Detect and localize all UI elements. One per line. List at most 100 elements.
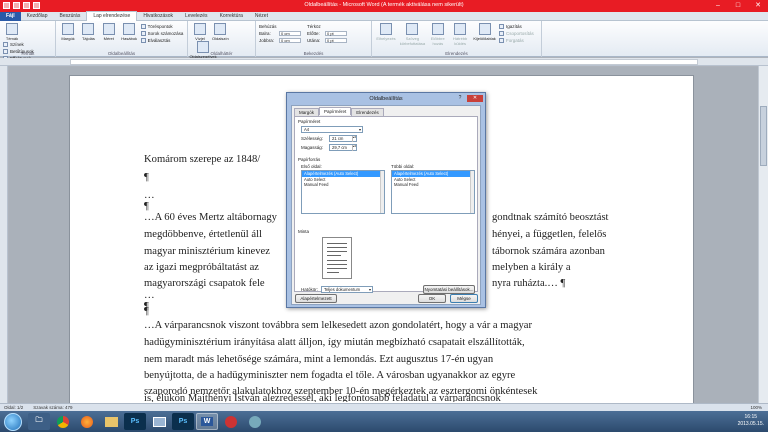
- doc-line-fragment: gondtnak számító beosztást: [492, 212, 609, 223]
- group-page-setup: Margók Tájolás Méret Hasábok Töréspontok…: [56, 21, 188, 57]
- tab-page-layout[interactable]: Lap elrendezése: [86, 11, 138, 21]
- group-icon: [498, 31, 504, 36]
- height-spinner[interactable]: ▴▾: [352, 145, 356, 151]
- colors-icon: [3, 42, 8, 47]
- tab-review[interactable]: Korrektúra: [214, 12, 249, 21]
- width-spinner[interactable]: ▴▾: [352, 136, 356, 142]
- watermark-icon: [194, 23, 206, 35]
- close-button[interactable]: ✕: [748, 0, 768, 12]
- orientation-button[interactable]: Tájolás: [79, 23, 97, 41]
- chrome-icon[interactable]: [52, 413, 74, 430]
- tab-file[interactable]: Fájl: [0, 11, 21, 21]
- firefox-icon[interactable]: [76, 413, 98, 430]
- tab-margins[interactable]: Margók: [294, 108, 320, 116]
- vertical-ruler[interactable]: [0, 66, 8, 403]
- send-backward-icon: [454, 23, 467, 35]
- themes-button[interactable]: Témák: [3, 23, 21, 41]
- indent-left-input[interactable]: 0 cm: [279, 31, 301, 36]
- send-backward-button[interactable]: Hátrébb küldés: [450, 23, 470, 46]
- width-input[interactable]: 21 cm ▴▾: [329, 135, 357, 142]
- horizontal-ruler[interactable]: [0, 58, 768, 66]
- first-page-listbox[interactable]: Alapértelmezés (Auto Select) Auto Select…: [301, 170, 385, 214]
- page-color-button[interactable]: Oldalszín: [211, 23, 229, 41]
- print-options-button[interactable]: Nyomtatási beállítások...: [423, 285, 475, 294]
- start-button[interactable]: [4, 412, 22, 431]
- rotate-icon: [498, 38, 504, 43]
- minimize-button[interactable]: –: [708, 0, 728, 12]
- vertical-scrollbar[interactable]: [758, 66, 768, 403]
- photoshop-2-icon[interactable]: Ps: [172, 413, 194, 430]
- folder-icon[interactable]: [100, 413, 122, 430]
- rotate-button[interactable]: Forgatás: [498, 37, 534, 44]
- apply-to-select[interactable]: Teljes dokumentum: [321, 286, 373, 293]
- paper-panel: Papírméret A4 Szélesség: 21 cm▴▾ Magassá…: [294, 116, 478, 294]
- group-arrange: Elhelyezés Szöveg körbefuttatása Előbbre…: [372, 21, 542, 57]
- help-button[interactable]: ?: [454, 95, 466, 102]
- set-default-button[interactable]: Alapértelmezett: [295, 294, 337, 303]
- paper-size-select[interactable]: A4: [301, 126, 363, 133]
- other-pages-listbox[interactable]: Alapértelmezés (Auto Select) Auto Select…: [391, 170, 475, 214]
- window-icon[interactable]: [148, 413, 170, 430]
- page-color-icon: [214, 23, 227, 35]
- listbox-scrollbar[interactable]: [470, 171, 474, 213]
- spacing-after-input[interactable]: 0 pt: [325, 38, 347, 43]
- zoom-level[interactable]: 100%: [750, 405, 762, 410]
- spacing-before-input[interactable]: 0 pt: [325, 31, 347, 36]
- height-input[interactable]: 29,7 cm ▴▾: [329, 144, 357, 151]
- align-icon: [498, 24, 504, 29]
- ok-button[interactable]: OK: [418, 294, 446, 303]
- group-button[interactable]: Csoportosítás: [498, 30, 534, 37]
- doc-line: …A várparancsnok viszont továbbra sem le…: [144, 320, 533, 331]
- wrap-text-button[interactable]: Szöveg körbefuttatása: [399, 23, 425, 46]
- word-count[interactable]: Szavak száma: 479: [33, 405, 72, 410]
- status-bar: Oldal: 1/2 Szavak száma: 479 100%: [0, 403, 768, 411]
- doc-line: …A 60 éves Mertz altábornagy: [144, 212, 277, 223]
- tab-layout[interactable]: Elrendezés: [351, 108, 384, 116]
- doc-line: is, élükön Majthényi István alezredessel…: [144, 393, 501, 402]
- size-icon: [102, 23, 115, 35]
- columns-button[interactable]: Hasábok: [120, 23, 138, 41]
- photoshop-icon[interactable]: Ps: [124, 413, 146, 430]
- system-clock[interactable]: 16:15 2013.05.15.: [738, 414, 764, 428]
- network-app-icon[interactable]: [244, 413, 266, 430]
- tab-view[interactable]: Nézet: [249, 12, 274, 21]
- watermark-button[interactable]: Vízjel: [191, 23, 209, 41]
- colors-button[interactable]: Színek: [3, 41, 34, 48]
- ribbon: Témák Színek Betűtípusok Effektusok Témá…: [0, 21, 768, 61]
- tab-paper[interactable]: Papírméret: [319, 107, 352, 115]
- pilcrow: …¶: [144, 190, 155, 212]
- taskbar: 🗀 Ps Ps W 16:15 2013.05.15.: [0, 411, 768, 432]
- margins-button[interactable]: Margók: [59, 23, 77, 41]
- tab-mailings[interactable]: Levelezés: [179, 12, 214, 21]
- size-button[interactable]: Méret: [100, 23, 118, 41]
- dialog-close-button[interactable]: ✕: [467, 95, 483, 102]
- tab-insert[interactable]: Beszúrás: [53, 12, 86, 21]
- ribbon-tabs: Fájl Kezdőlap Beszúrás Lap elrendezése H…: [0, 11, 768, 21]
- dialog-body: Margók Papírméret Elrendezés Papírméret …: [291, 105, 481, 305]
- position-button[interactable]: Elhelyezés: [375, 23, 397, 41]
- page-borders-button[interactable]: Oldalszegélyek: [189, 41, 217, 59]
- page-count[interactable]: Oldal: 1/2: [4, 405, 23, 410]
- listbox-scrollbar[interactable]: [380, 171, 384, 213]
- list-item[interactable]: Manual Feed: [392, 182, 474, 188]
- word-taskbar-icon[interactable]: W: [196, 413, 218, 430]
- line-numbers-button[interactable]: Sorok számozása: [140, 30, 183, 37]
- cancel-button[interactable]: Mégse: [450, 294, 478, 303]
- hyphenation-button[interactable]: Elválasztás: [140, 37, 184, 44]
- list-item[interactable]: Manual Feed: [302, 182, 384, 188]
- doc-line: az igazi megpróbáltatást az: [144, 262, 260, 273]
- scrollbar-thumb[interactable]: [760, 106, 767, 166]
- bring-forward-button[interactable]: Előbbre hozás: [428, 23, 448, 46]
- tab-references[interactable]: Hivatkozások: [137, 12, 179, 21]
- explorer-icon[interactable]: 🗀: [28, 413, 50, 430]
- tab-home[interactable]: Kezdőlap: [21, 12, 54, 21]
- maximize-button[interactable]: □: [728, 0, 748, 12]
- breaks-button[interactable]: Töréspontok: [140, 23, 184, 30]
- doc-line-fragment: melyben a király a: [492, 262, 571, 273]
- align-button[interactable]: Igazítás: [498, 23, 534, 30]
- app-icon[interactable]: [220, 413, 242, 430]
- doc-line: Komárom szerepe az 1848/: [144, 154, 261, 165]
- indent-right-input[interactable]: 0 cm: [279, 38, 301, 43]
- selection-pane-button[interactable]: Kijelölőablak: [473, 23, 497, 41]
- breaks-icon: [140, 24, 146, 29]
